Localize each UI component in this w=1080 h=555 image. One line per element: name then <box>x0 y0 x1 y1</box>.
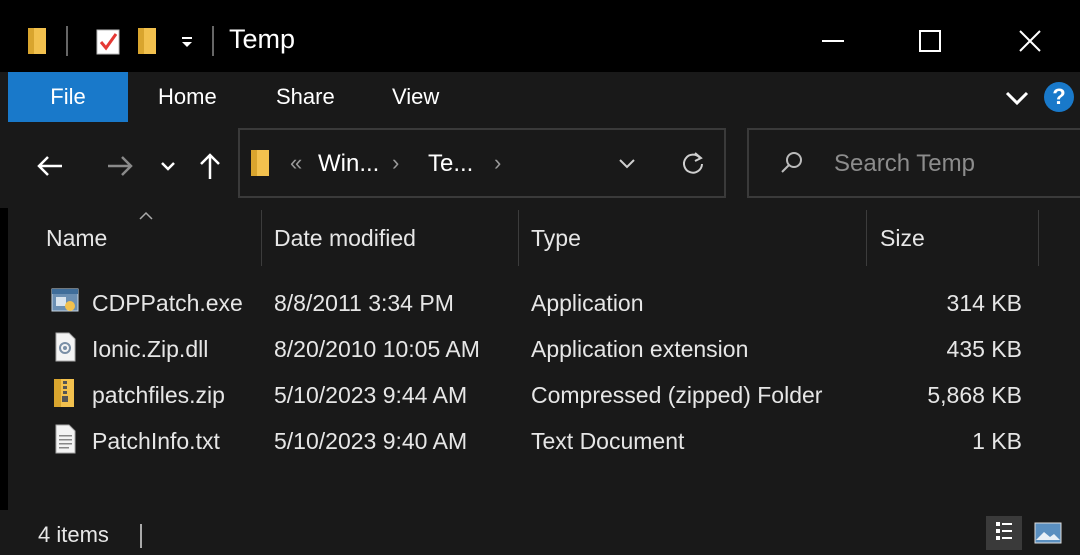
title-bar: Temp <box>0 0 1080 80</box>
maximize-button[interactable] <box>900 16 960 66</box>
file-date: 5/10/2023 9:40 AM <box>274 428 468 454</box>
file-row[interactable]: PatchInfo.txt 5/10/2023 9:40 AM Text Doc… <box>8 420 1080 464</box>
column-header-size[interactable]: Size <box>880 208 925 268</box>
back-button[interactable] <box>30 146 70 186</box>
maximize-icon <box>919 30 941 52</box>
help-button[interactable]: ? <box>1044 82 1074 112</box>
new-folder-icon[interactable] <box>136 26 160 56</box>
item-count: 4 items <box>38 522 109 547</box>
window-title: Temp <box>229 24 296 54</box>
tab-share[interactable]: Share <box>276 72 335 122</box>
search-input[interactable]: Search Temp <box>834 150 975 178</box>
up-arrow-icon <box>200 153 220 179</box>
address-bar[interactable]: « Win... › Te... › <box>238 128 726 198</box>
breadcrumb-chevron-icon[interactable]: › <box>494 150 501 176</box>
breadcrumb-windows[interactable]: Win... <box>318 150 379 178</box>
column-separator[interactable] <box>1038 210 1039 266</box>
up-button[interactable] <box>195 146 225 186</box>
title-separator <box>212 26 214 56</box>
dll-file-icon <box>55 332 76 362</box>
details-view-button[interactable] <box>986 516 1022 550</box>
file-name[interactable]: patchfiles.zip <box>92 382 225 409</box>
tab-file[interactable]: File <box>8 72 128 122</box>
column-header-name[interactable]: Name <box>46 208 107 268</box>
column-separator[interactable] <box>866 210 867 266</box>
sort-ascending-icon <box>139 211 153 220</box>
column-separator[interactable] <box>518 210 519 266</box>
close-button[interactable] <box>1000 16 1060 66</box>
back-arrow-icon <box>37 156 62 176</box>
file-row[interactable]: CDPPatch.exe 8/8/2011 3:34 PM Applicatio… <box>8 282 1080 326</box>
column-header-type[interactable]: Type <box>531 208 581 268</box>
file-size: 314 KB <box>946 290 1022 316</box>
file-name[interactable]: Ionic.Zip.dll <box>92 336 208 363</box>
application-icon <box>51 288 79 312</box>
forward-arrow-icon <box>108 156 133 176</box>
recent-locations-button[interactable] <box>155 146 181 186</box>
breadcrumb-temp[interactable]: Te... <box>428 150 473 178</box>
status-separator <box>140 524 142 548</box>
file-row[interactable]: Ionic.Zip.dll 8/20/2010 10:05 AM Applica… <box>8 328 1080 372</box>
file-name[interactable]: CDPPatch.exe <box>92 290 243 317</box>
forward-button[interactable] <box>100 146 140 186</box>
large-icons-view-icon <box>1034 522 1062 544</box>
folder-icon[interactable] <box>26 26 50 56</box>
tab-home[interactable]: Home <box>158 72 217 122</box>
large-icons-view-button[interactable] <box>1030 516 1066 550</box>
column-separator[interactable] <box>261 210 262 266</box>
file-date: 8/20/2010 10:05 AM <box>274 336 480 362</box>
refresh-icon[interactable] <box>680 150 706 176</box>
chevron-down-icon <box>161 162 175 171</box>
search-icon <box>781 152 802 173</box>
minimize-button[interactable] <box>803 16 863 66</box>
tab-view[interactable]: View <box>392 72 439 122</box>
file-type: Application extension <box>531 336 749 362</box>
file-size: 5,868 KB <box>927 382 1022 408</box>
details-view-icon <box>996 522 1012 540</box>
file-list: Name Date modified Type Size CDPPatch.ex… <box>8 208 1080 510</box>
breadcrumb-overflow[interactable]: « <box>290 150 302 176</box>
file-date: 5/10/2023 9:44 AM <box>274 382 468 408</box>
status-bar: 4 items <box>0 510 1080 555</box>
expand-ribbon-chevron-icon[interactable] <box>1003 84 1031 112</box>
quick-access-separator <box>66 26 68 56</box>
close-icon <box>1019 30 1041 52</box>
file-date: 8/8/2011 3:34 PM <box>274 290 454 316</box>
file-type: Application <box>531 290 644 316</box>
file-size: 1 KB <box>972 428 1022 454</box>
customize-quick-access-icon[interactable] <box>180 26 194 56</box>
breadcrumb-chevron-icon[interactable]: › <box>392 150 399 176</box>
file-row[interactable]: patchfiles.zip 5/10/2023 9:44 AM Compres… <box>8 374 1080 418</box>
file-type: Text Document <box>531 428 685 454</box>
search-box[interactable]: Search Temp <box>747 128 1080 198</box>
file-type: Compressed (zipped) Folder <box>531 382 823 408</box>
address-history-chevron-down-icon[interactable] <box>618 158 636 170</box>
file-name[interactable]: PatchInfo.txt <box>92 428 220 455</box>
column-header-date-modified[interactable]: Date modified <box>274 208 416 268</box>
folder-icon <box>251 150 269 176</box>
zip-folder-icon <box>54 379 74 407</box>
text-file-icon <box>55 424 76 454</box>
minimize-icon <box>822 40 844 42</box>
file-size: 435 KB <box>946 336 1022 362</box>
ribbon: File Home Share View ? <box>0 72 1080 122</box>
properties-icon[interactable] <box>94 26 122 56</box>
